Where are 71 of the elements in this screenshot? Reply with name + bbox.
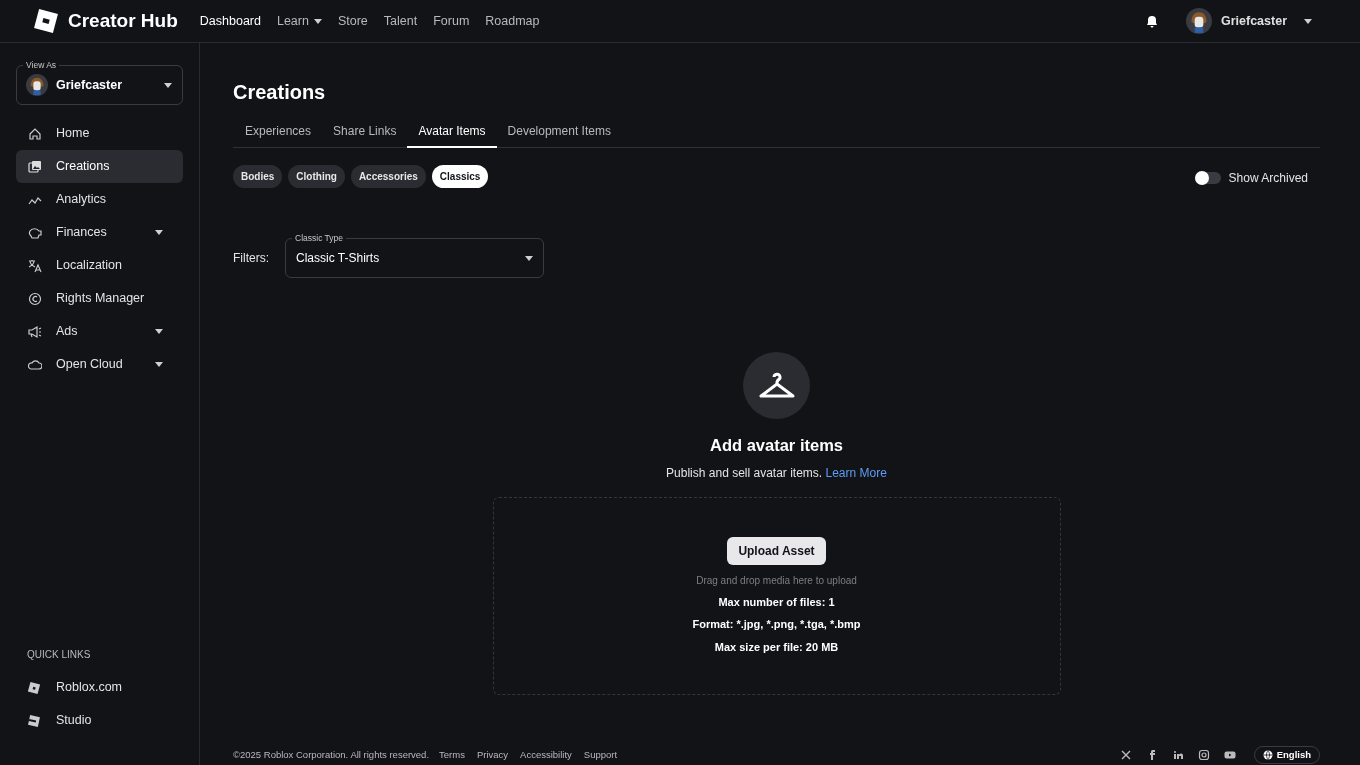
avatar-icon <box>1186 8 1212 34</box>
drop-hint: Drag and drop media here to upload <box>696 573 857 588</box>
caret-icon <box>164 82 172 88</box>
footer-link[interactable]: Terms <box>439 747 465 763</box>
caret-icon <box>525 255 533 261</box>
filter-chip[interactable]: Clothing <box>288 165 345 188</box>
caret-icon <box>1304 18 1312 24</box>
learn-more-link[interactable]: Learn More <box>825 465 887 480</box>
tab[interactable]: Development Items <box>496 116 622 148</box>
filters-label: Filters: <box>233 250 269 267</box>
nav-link[interactable]: Learn <box>276 11 322 31</box>
filter-chip[interactable]: Bodies <box>233 165 283 188</box>
translate-icon <box>28 258 42 273</box>
field-label: View As <box>23 59 60 71</box>
upload-rule: Format: *.jpg, *.png, *.tga, *.bmp <box>692 617 861 633</box>
sidebar-item[interactable]: Home <box>16 117 183 150</box>
copyright-text: ©2025 Roblox Corporation. All rights reserved. <box>233 747 430 762</box>
toggle-label: Show Archived <box>1228 170 1308 187</box>
empty-state-text: Publish and sell avatar items. Learn More <box>666 464 887 482</box>
youtube-icon <box>1223 749 1236 761</box>
upload-rule: Max number of files: 1 <box>718 594 835 610</box>
tab[interactable]: Experiences <box>234 116 323 148</box>
nav-link[interactable]: Store <box>337 11 368 31</box>
sidebar-item[interactable]: Analytics <box>16 183 183 216</box>
user-menu[interactable]: Griefcaster <box>1186 8 1312 34</box>
home-icon <box>28 126 42 141</box>
sidebar-item[interactable]: Ads <box>16 315 183 348</box>
brand-title: Creator Hub <box>68 8 178 33</box>
sidebar-item[interactable]: Localization <box>16 249 183 282</box>
page-title: Creations <box>233 80 327 105</box>
caret-icon <box>313 18 322 24</box>
nav-link[interactable]: Forum <box>433 11 470 31</box>
caret-icon <box>155 362 163 367</box>
linkedin-icon <box>1171 749 1184 761</box>
toggle-switch[interactable] <box>1194 172 1221 184</box>
images-icon <box>28 159 42 174</box>
section-heading: QUICK LINKS <box>26 648 92 662</box>
studio-logo-icon <box>27 713 41 728</box>
cloud-icon <box>28 357 42 372</box>
piggy-bank-icon <box>28 225 42 240</box>
upload-rule: Max size per file: 20 MB <box>714 639 839 655</box>
sidebar-item[interactable]: Finances <box>16 216 183 249</box>
megaphone-icon <box>28 324 42 339</box>
footer-link[interactable]: Accessibility <box>520 747 572 763</box>
drop-zone[interactable]: Upload Asset Drag and drop media here to upload Max number of files: 1 Format: *.jpg, *.png, *.tga, *.bmp Max size per file: 20 MB <box>492 496 1061 695</box>
sidebar-item[interactable]: Rights Manager <box>16 282 183 315</box>
filter-chip[interactable]: Classics <box>431 165 489 188</box>
globe-icon <box>1262 750 1273 760</box>
copyright-icon <box>28 291 42 306</box>
avatar-icon <box>26 74 48 96</box>
empty-state-title: Add avatar items <box>710 435 843 456</box>
upload-button[interactable]: Upload Asset <box>727 536 826 565</box>
nav-link[interactable]: Roadmap <box>485 11 540 31</box>
instagram-icon <box>1197 749 1210 761</box>
filter-chip[interactable]: Accessories <box>350 165 426 188</box>
roblox-logo-icon <box>27 680 41 695</box>
tab[interactable]: Avatar Items <box>407 116 497 148</box>
caret-icon <box>155 329 163 334</box>
footer-link[interactable]: Privacy <box>476 747 509 763</box>
sidebar-item[interactable]: Creations <box>16 150 183 183</box>
field-label: Classic Type <box>292 232 347 244</box>
quick-link[interactable]: Studio <box>16 704 183 737</box>
sidebar-item[interactable]: Open Cloud <box>16 348 183 381</box>
caret-icon <box>155 230 163 235</box>
quick-link[interactable]: Roblox.com <box>16 671 183 704</box>
nav-link[interactable]: Dashboard <box>199 11 261 31</box>
tab[interactable]: Share Links <box>322 116 408 148</box>
nav-link[interactable]: Talent <box>383 11 418 31</box>
bell-icon <box>1146 14 1158 28</box>
x-logo-icon <box>1119 749 1132 761</box>
footer-link[interactable]: Support <box>583 747 618 763</box>
